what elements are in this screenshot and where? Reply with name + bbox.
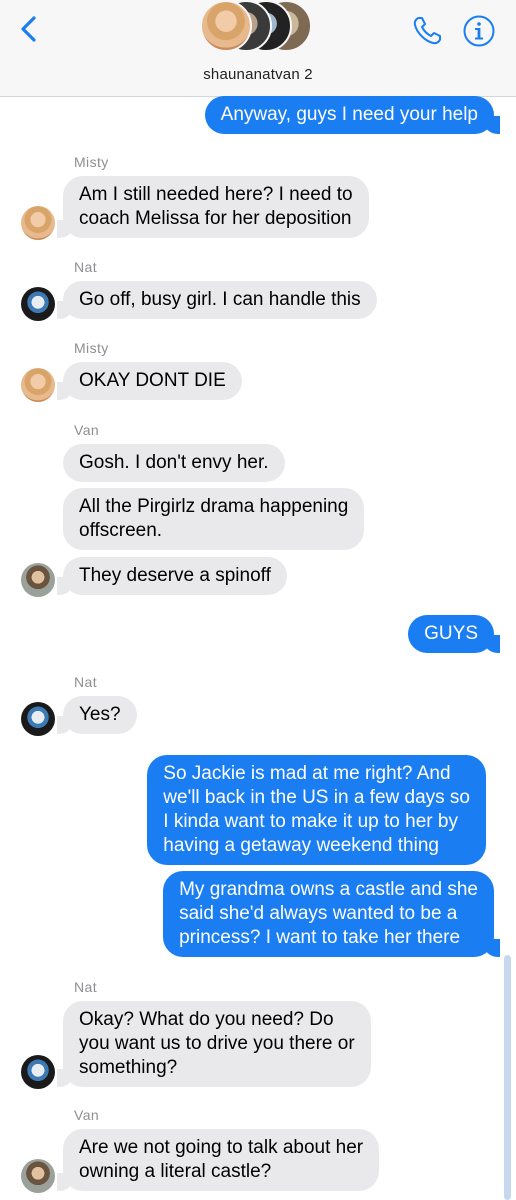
incoming-message[interactable]: Okay? What do you need? Do you want us t… xyxy=(57,1001,371,1087)
message-text-line: said she'd always wanted to be a xyxy=(179,903,458,924)
message-text-line: So Jackie is mad at me right? And xyxy=(163,763,451,784)
incoming-message[interactable]: Yes? xyxy=(57,696,137,734)
chevron-left-icon[interactable] xyxy=(14,14,44,44)
incoming-message[interactable]: OKAY DONT DIE xyxy=(57,362,242,400)
info-icon[interactable] xyxy=(462,14,496,48)
incoming-message[interactable]: Gosh. I don't envy her. xyxy=(63,444,285,482)
avatar[interactable] xyxy=(21,1159,55,1193)
sender-name: Nat xyxy=(74,674,97,690)
sender-name: Van xyxy=(74,1107,100,1123)
message-text-line: My grandma owns a castle and she xyxy=(179,879,478,900)
avatar[interactable] xyxy=(21,1055,55,1089)
avatar[interactable] xyxy=(21,368,55,402)
incoming-message[interactable]: All the Pirgirlz drama happening offscre… xyxy=(63,488,365,550)
message-text: Yes? xyxy=(79,704,121,725)
message-text-line: Are we not going to talk about her xyxy=(79,1137,364,1158)
avatar[interactable] xyxy=(21,563,55,597)
incoming-message[interactable]: They deserve a spinoff xyxy=(57,557,287,595)
message-text-line: you want us to drive you there or xyxy=(79,1033,355,1054)
sender-name: Misty xyxy=(74,154,109,170)
outgoing-message[interactable]: GUYS xyxy=(408,615,500,653)
outgoing-message[interactable]: So Jackie is mad at me right? And we'll … xyxy=(147,755,486,865)
sender-name: Nat xyxy=(74,259,97,275)
message-text: They deserve a spinoff xyxy=(79,565,271,586)
message-text-line: something? xyxy=(79,1057,178,1078)
message-text: GUYS xyxy=(424,623,478,644)
outgoing-message[interactable]: Anyway, guys I need your help xyxy=(204,96,501,134)
group-avatar[interactable] xyxy=(200,0,320,56)
message-text-line: offscreen. xyxy=(79,520,163,541)
outgoing-message[interactable]: My grandma owns a castle and she said sh… xyxy=(163,871,500,957)
sender-name: Van xyxy=(74,422,100,438)
message-text: OKAY DONT DIE xyxy=(79,370,226,391)
message-text: Gosh. I don't envy her. xyxy=(79,452,269,473)
message-text-line: Am I still needed here? I need to xyxy=(79,184,353,205)
phone-icon[interactable] xyxy=(410,14,444,48)
message-text-line: having a getaway weekend thing xyxy=(163,835,439,856)
sender-name: Misty xyxy=(74,340,109,356)
message-text-line: All the Pirgirlz drama happening xyxy=(79,496,349,517)
avatar[interactable] xyxy=(21,206,55,240)
message-text-line: I kinda want to make it up to her by xyxy=(163,811,458,832)
avatar[interactable] xyxy=(21,702,55,736)
incoming-message[interactable]: Am I still needed here? I need to coach … xyxy=(57,176,369,238)
message-text: Go off, busy girl. I can handle this xyxy=(79,289,361,310)
message-text-line: princess? I want to take her there xyxy=(179,927,461,948)
member-avatar xyxy=(200,0,252,52)
incoming-message[interactable]: Are we not going to talk about her ownin… xyxy=(56,1129,380,1191)
message-text-line: coach Melissa for her deposition xyxy=(79,208,352,229)
sender-name: Nat xyxy=(74,979,97,995)
group-name[interactable]: shaunanatvan 2 xyxy=(0,66,516,83)
conversation-header: shaunanatvan 2 xyxy=(0,0,516,97)
message-text-line: Okay? What do you need? Do xyxy=(79,1009,334,1030)
message-text-line: we'll back in the US in a few days so xyxy=(163,787,470,808)
incoming-message[interactable]: Go off, busy girl. I can handle this xyxy=(57,281,377,319)
scrollbar[interactable] xyxy=(504,955,511,1200)
message-text: Anyway, guys I need your help xyxy=(220,104,478,125)
avatar[interactable] xyxy=(21,287,55,321)
message-text-line: owning a literal castle? xyxy=(79,1161,272,1182)
